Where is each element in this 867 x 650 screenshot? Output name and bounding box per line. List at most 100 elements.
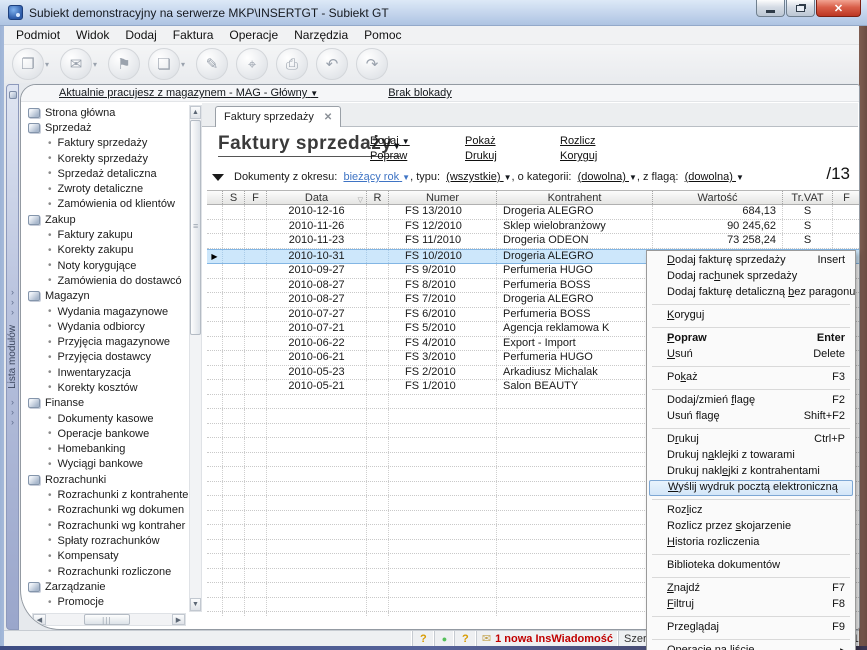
scroll-up-icon[interactable]: ▲ xyxy=(190,106,201,119)
context-menu-item-operacje-na-liście[interactable]: Operacje na liście▶ xyxy=(649,643,853,650)
column-header-gutter[interactable] xyxy=(207,191,223,204)
sidebar-group-sprzedaż[interactable]: Sprzedaż xyxy=(24,120,188,135)
sidebar-item-rozrachunki-wg-dokumen[interactable]: •Rozrachunki wg dokumen xyxy=(24,503,188,518)
context-menu-item-biblioteka-dokumentów[interactable]: Biblioteka dokumentów xyxy=(649,558,853,574)
context-menu-item-dodaj-rachunek-sprzedaży[interactable]: Dodaj rachunek sprzedaży xyxy=(649,269,853,285)
context-menu-item-wyślij-wydruk-pocztą-elektroniczną[interactable]: Wyślij wydruk pocztą elektroniczną xyxy=(649,480,853,496)
sidebar-item-rozrachunki-rozliczone[interactable]: •Rozrachunki rozliczone xyxy=(24,564,188,579)
context-menu-item-filtruj[interactable]: FiltrujF8 xyxy=(649,597,853,613)
context-menu-item-dodaj-fakturę-sprzedaży[interactable]: Dodaj fakturę sprzedażyInsert xyxy=(649,253,853,269)
sidebar-item-przyjęcia-dostawcy[interactable]: •Przyjęcia dostawcy xyxy=(24,350,188,365)
sidebar-item-zamówienia-do-dostawcó[interactable]: •Zamówienia do dostawcó xyxy=(24,273,188,288)
menubar-item-pomoc[interactable]: Pomoc xyxy=(356,26,409,44)
sidebar-item-faktury-zakupu[interactable]: •Faktury zakupu xyxy=(24,227,188,242)
help-indicator-1[interactable]: ? xyxy=(413,631,435,646)
module-strip[interactable]: › › › Lista modułów › › › xyxy=(6,84,19,630)
context-menu-item-dodaj-fakturę-detaliczną-bez-paragonu[interactable]: Dodaj fakturę detaliczną bez paragonu xyxy=(649,285,853,301)
context-menu-item-znajdź[interactable]: ZnajdźF7 xyxy=(649,581,853,597)
sidebar-item-wyciągi-bankowe[interactable]: •Wyciągi bankowe xyxy=(24,457,188,472)
sidebar-group-rozrachunki[interactable]: Rozrachunki xyxy=(24,472,188,487)
toolbar-button[interactable]: ↶ xyxy=(316,48,348,80)
sidebar-group-zakup[interactable]: Zakup xyxy=(24,212,188,227)
scrollbar-thumb[interactable] xyxy=(190,120,201,335)
column-header-R[interactable]: R xyxy=(367,191,389,204)
sidebar-item-wydania-magazynowe[interactable]: •Wydania magazynowe xyxy=(24,304,188,319)
action-link-drukuj[interactable]: Drukuj xyxy=(465,149,560,164)
sidebar-item-kompensaty[interactable]: •Kompensaty xyxy=(24,549,188,564)
close-button[interactable]: ✕ xyxy=(816,0,861,17)
menubar-item-dodaj[interactable]: Dodaj xyxy=(117,26,164,44)
context-menu-item-drukuj-naklejki-z-kontrahentami[interactable]: Drukuj naklejki z kontrahentami xyxy=(649,464,853,480)
context-menu-item-usuń-flagę[interactable]: Usuń flagęShift+F2 xyxy=(649,409,853,425)
sidebar-item-operacje-bankowe[interactable]: •Operacje bankowe xyxy=(24,426,188,441)
context-menu-item-dodaj-zmień-flagę[interactable]: Dodaj/zmień flagęF2 xyxy=(649,393,853,409)
column-header-Tr.VAT[interactable]: Tr.VAT xyxy=(783,191,833,204)
context-menu-item-usuń[interactable]: UsuńDelete xyxy=(649,347,853,363)
tab-close-icon[interactable]: ✕ xyxy=(324,112,332,123)
toolbar-button[interactable]: ✎ xyxy=(196,48,228,80)
action-link-popraw[interactable]: Popraw xyxy=(370,149,465,164)
type-dropdown[interactable]: (wszystkie) ▼ xyxy=(446,171,511,183)
action-link-dodaj[interactable]: Dodaj ▼ xyxy=(370,134,465,149)
toolbar-button[interactable]: ⚑ xyxy=(108,48,140,80)
context-menu-item-historia-rozliczenia[interactable]: Historia rozliczenia xyxy=(649,535,853,551)
category-dropdown[interactable]: (dowolna) ▼ xyxy=(578,171,637,183)
column-header-S[interactable]: S xyxy=(223,191,245,204)
sidebar-item-rozrachunki-wg-kontraher[interactable]: •Rozrachunki wg kontraher xyxy=(24,518,188,533)
toolbar-button[interactable]: ⎙ xyxy=(276,48,308,80)
scroll-right-icon[interactable]: ▶ xyxy=(172,614,185,625)
context-menu-item-koryguj[interactable]: Koryguj xyxy=(649,308,853,324)
scroll-down-icon[interactable]: ▼ xyxy=(190,598,201,611)
warehouse-link[interactable]: Aktualnie pracujesz z magazynem - MAG - … xyxy=(59,87,318,99)
lock-status-link[interactable]: Brak blokady xyxy=(388,87,452,99)
caret-down-icon[interactable]: ▾ xyxy=(93,60,97,69)
column-header-Wartość[interactable]: Wartość xyxy=(653,191,783,204)
sidebar-item-inwentaryzacja[interactable]: •Inwentaryzacja xyxy=(24,365,188,380)
sidebar-item-wydania-odbiorcy[interactable]: •Wydania odbiorcy xyxy=(24,319,188,334)
sidebar-item-rozrachunki-z-kontrahente[interactable]: •Rozrachunki z kontrahente xyxy=(24,487,188,502)
toolbar-button[interactable]: ⌖ xyxy=(236,48,268,80)
menubar-item-podmiot[interactable]: Podmiot xyxy=(8,26,68,44)
help-indicator-2[interactable]: ? xyxy=(455,631,477,646)
sidebar-item-korekty-sprzedaży[interactable]: •Korekty sprzedaży xyxy=(24,151,188,166)
context-menu-item-przeglądaj[interactable]: PrzeglądajF9 xyxy=(649,620,853,636)
tab-faktury-sprzedazy[interactable]: Faktury sprzedaży ✕ xyxy=(215,106,341,127)
menubar-item-faktura[interactable]: Faktura xyxy=(165,26,222,44)
column-header-Kontrahent[interactable]: Kontrahent xyxy=(497,191,653,204)
context-menu-item-popraw[interactable]: PoprawEnter xyxy=(649,331,853,347)
menubar-item-widok[interactable]: Widok xyxy=(68,26,117,44)
table-row[interactable]: 2010-11-26FS 12/2010Sklep wielobranżowy9… xyxy=(207,220,860,235)
sidebar-item-cenniki[interactable]: •Cenniki xyxy=(24,610,188,612)
sidebar-item-homebanking[interactable]: •Homebanking xyxy=(24,442,188,457)
caret-down-icon[interactable]: ▾ xyxy=(181,60,185,69)
toolbar-button[interactable]: ❏ xyxy=(148,48,180,80)
sidebar-item-przyjęcia-magazynowe[interactable]: •Przyjęcia magazynowe xyxy=(24,334,188,349)
maximize-button[interactable] xyxy=(786,0,815,17)
scrollbar-track[interactable]: ||| xyxy=(46,614,172,625)
table-row[interactable]: 2010-12-16FS 13/2010Drogeria ALEGRO684,1… xyxy=(207,205,860,220)
scroll-left-icon[interactable]: ◀ xyxy=(33,614,46,625)
sidebar-group-finanse[interactable]: Finanse xyxy=(24,396,188,411)
table-row[interactable]: 2010-11-23FS 11/2010Drogeria ODEON73 258… xyxy=(207,234,860,249)
context-menu-item-pokaż[interactable]: PokażF3 xyxy=(649,370,853,386)
column-header-F[interactable]: F xyxy=(245,191,267,204)
column-header-F[interactable]: F xyxy=(833,191,860,204)
action-link-koryguj[interactable]: Koryguj xyxy=(560,149,655,164)
context-menu-item-rozlicz[interactable]: Rozlicz xyxy=(649,503,853,519)
toolbar-button[interactable]: ✉ xyxy=(60,48,92,80)
menubar-item-operacje[interactable]: Operacje xyxy=(221,26,286,44)
message-segment[interactable]: ✉ 1 nowa InsWiadomość xyxy=(477,631,619,646)
sidebar-group-magazyn[interactable]: Magazyn xyxy=(24,289,188,304)
context-menu-item-rozlicz-przez-skojarzenie[interactable]: Rozlicz przez skojarzenie xyxy=(649,519,853,535)
column-header-Data[interactable]: Data▽ xyxy=(267,191,367,204)
action-link-pokaż[interactable]: Pokaż xyxy=(465,134,560,149)
toolbar-button[interactable]: ↷ xyxy=(356,48,388,80)
sidebar-item-zamówienia-od-klientów[interactable]: •Zamówienia od klientów xyxy=(24,197,188,212)
filter-icon[interactable] xyxy=(212,174,224,181)
sidebar-group-strona-główna[interactable]: Strona główna xyxy=(24,105,188,120)
sidebar-item-sprzedaż-detaliczna[interactable]: •Sprzedaż detaliczna xyxy=(24,166,188,181)
minimize-button[interactable] xyxy=(756,0,785,17)
context-menu-item-drukuj[interactable]: DrukujCtrl+P xyxy=(649,432,853,448)
scrollbar-thumb[interactable]: ||| xyxy=(84,614,130,625)
sidebar-item-korekty-kosztów[interactable]: •Korekty kosztów xyxy=(24,380,188,395)
